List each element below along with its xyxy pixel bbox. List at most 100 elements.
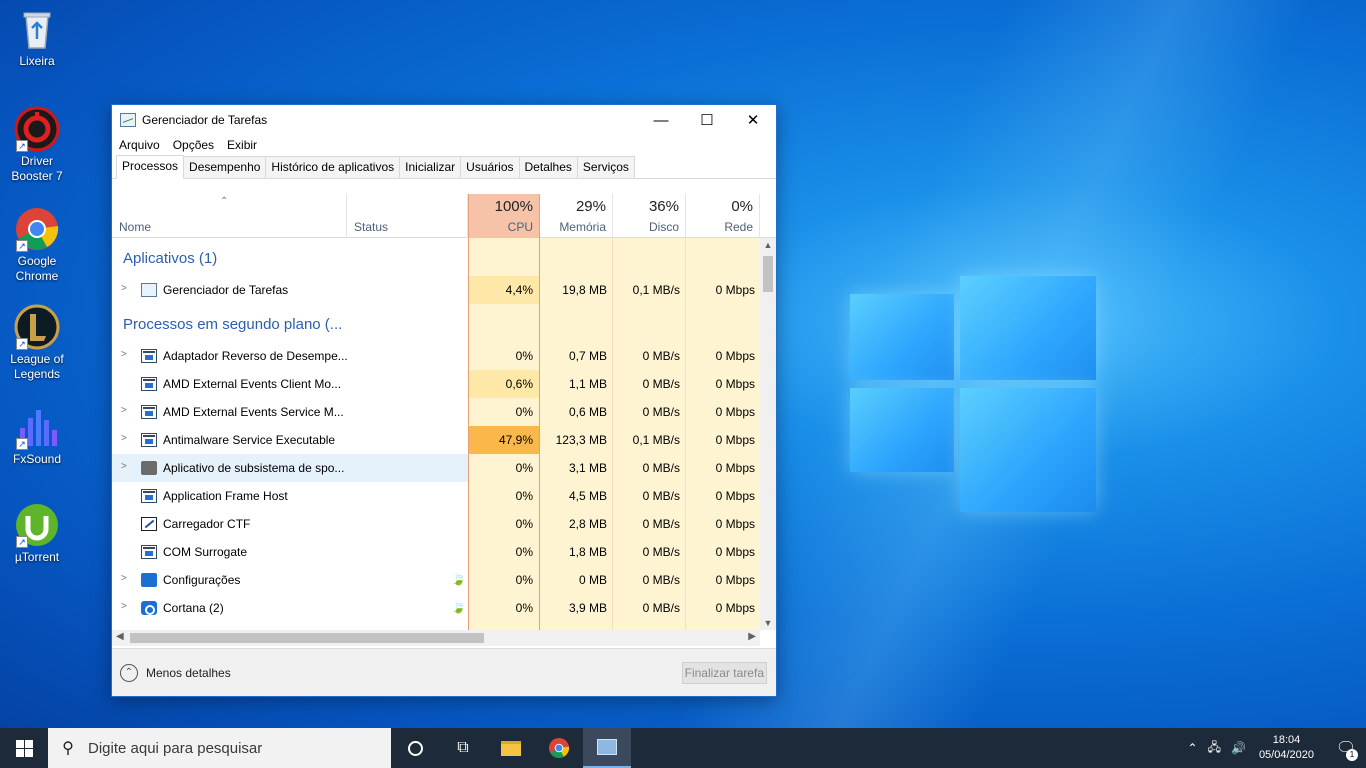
network-cell: 0 Mbps bbox=[715, 461, 755, 475]
desktop-icon-fxsound[interactable]: ↗ FxSound bbox=[4, 404, 70, 467]
network-icon[interactable]: 🖧 bbox=[1203, 738, 1226, 759]
horizontal-scrollbar[interactable]: ◀ ▶ bbox=[112, 630, 760, 646]
expand-chevron-icon[interactable]: > bbox=[121, 283, 127, 294]
expand-chevron-icon[interactable]: > bbox=[121, 601, 127, 612]
windows-logo-wallpaper bbox=[848, 258, 1098, 514]
disk-cell: 0,1 MB/s bbox=[632, 433, 680, 447]
disk-cell: 0 MB/s bbox=[642, 405, 680, 419]
process-row[interactable]: > Cortana (2) 🍃 0% 3,9 MB 0 MB/s 0 Mbps bbox=[112, 594, 760, 622]
column-header-cpu[interactable]: 100% CPU bbox=[468, 194, 540, 238]
chrome-taskbar-button[interactable] bbox=[535, 728, 583, 768]
process-row[interactable]: COM Surrogate 0% 1,8 MB 0 MB/s 0 Mbps bbox=[112, 538, 760, 566]
process-row[interactable]: > Configurações 🍃 0% 0 MB 0 MB/s 0 Mbps bbox=[112, 566, 760, 594]
cpu-cell: 0% bbox=[515, 545, 533, 559]
search-icon: ⚲ bbox=[62, 740, 74, 757]
cortana-button[interactable] bbox=[391, 728, 439, 768]
desktop-icon-label: FxSound bbox=[12, 452, 62, 466]
memory-cell: 1,1 MB bbox=[568, 377, 607, 391]
volume-icon[interactable]: 🔊 bbox=[1226, 741, 1251, 755]
process-row[interactable]: > Adaptador Reverso de Desempe... 0% 0,7 MB… bbox=[112, 342, 760, 370]
scroll-right-icon[interactable]: ▶ bbox=[748, 631, 756, 642]
scroll-up-icon[interactable]: ▲ bbox=[760, 240, 776, 250]
expand-chevron-icon[interactable]: > bbox=[121, 433, 127, 444]
memory-cell: 3,1 MB bbox=[568, 461, 607, 475]
process-name: COM Surrogate bbox=[163, 545, 248, 559]
network-cell: 0 Mbps bbox=[715, 377, 755, 391]
chevron-up-icon[interactable]: ⌃ bbox=[1183, 741, 1203, 755]
process-row[interactable]: > Aplicativo de subsistema de spo... 0% 3,1… bbox=[112, 454, 760, 482]
shortcut-arrow-icon: ↗ bbox=[16, 240, 28, 252]
close-button[interactable]: ✕ bbox=[730, 105, 776, 135]
task-view-button[interactable]: ⧉ bbox=[439, 728, 487, 768]
desktop-icon-label: Google Chrome bbox=[15, 254, 59, 283]
desktop-icon-driver-booster[interactable]: ↗ Driver Booster 7 bbox=[4, 106, 70, 184]
process-row[interactable]: > Antimalware Service Executable 47,9% 123,… bbox=[112, 426, 760, 454]
leaf-suspended-icon: 🍃 bbox=[451, 572, 466, 586]
scroll-down-icon[interactable]: ▼ bbox=[760, 618, 776, 628]
sort-caret-icon: ⌃ bbox=[220, 196, 229, 207]
process-row[interactable]: Carregador CTF 0% 2,8 MB 0 MB/s 0 Mbps bbox=[112, 510, 760, 538]
column-header-memory[interactable]: 29% Memória bbox=[540, 194, 613, 238]
title-bar[interactable]: Gerenciador de Tarefas — ☐ ✕ bbox=[112, 105, 776, 135]
network-cell: 0 Mbps bbox=[715, 433, 755, 447]
desktop-icon-chrome[interactable]: ↗ Google Chrome bbox=[4, 206, 70, 284]
cpu-cell: 47,9% bbox=[469, 426, 539, 454]
vertical-scroll-thumb[interactable] bbox=[763, 256, 773, 292]
column-header-name[interactable]: ⌃ Nome bbox=[112, 194, 347, 238]
tab-servicos[interactable]: Serviços bbox=[576, 156, 635, 178]
action-center-button[interactable]: 🗨 1 bbox=[1326, 728, 1366, 768]
memory-cell: 0 MB bbox=[578, 573, 607, 587]
scroll-left-icon[interactable]: ◀ bbox=[116, 631, 124, 642]
taskbar: ⚲ Digite aqui para pesquisar ⧉ ⌃ 🖧 🔊 18:… bbox=[0, 728, 1366, 768]
menu-opcoes[interactable]: Opções bbox=[173, 138, 214, 152]
vertical-scrollbar[interactable]: ▲ ▼ bbox=[760, 238, 776, 630]
tab-historico[interactable]: Histórico de aplicativos bbox=[265, 156, 401, 178]
app-window-icon bbox=[141, 489, 157, 503]
desktop-icon-league-of-legends[interactable]: ↗ League of Legends bbox=[4, 304, 70, 382]
clock[interactable]: 18:04 05/04/2020 bbox=[1251, 733, 1326, 763]
driver-booster-icon: ↗ bbox=[14, 106, 60, 152]
process-row[interactable]: > AMD External Events Service M... 0% 0,6 M… bbox=[112, 398, 760, 426]
cortana-icon bbox=[141, 601, 157, 615]
desktop-icon-utorrent[interactable]: ↗ µTorrent bbox=[4, 502, 70, 565]
menu-exibir[interactable]: Exibir bbox=[227, 138, 257, 152]
network-cell: 0 Mbps bbox=[715, 489, 755, 503]
process-row[interactable]: Application Frame Host 0% 4,5 MB 0 MB/s 0 Mb… bbox=[112, 482, 760, 510]
process-name: Carregador CTF bbox=[163, 517, 251, 531]
taskbar-search-box[interactable]: ⚲ Digite aqui para pesquisar bbox=[48, 728, 391, 768]
expand-chevron-icon[interactable]: > bbox=[121, 461, 127, 472]
cpu-cell: 0,6% bbox=[469, 370, 539, 398]
column-header-disk[interactable]: 36% Disco bbox=[613, 194, 686, 238]
memory-cell: 123,3 MB bbox=[555, 433, 607, 447]
task-manager-window: Gerenciador de Tarefas — ☐ ✕ Arquivo Opç… bbox=[111, 104, 777, 697]
group-title-background: Processos em segundo plano (... bbox=[123, 316, 343, 333]
app-window-icon bbox=[141, 545, 157, 559]
maximize-button[interactable]: ☐ bbox=[684, 105, 730, 135]
shortcut-arrow-icon: ↗ bbox=[16, 536, 28, 548]
tab-detalhes[interactable]: Detalhes bbox=[518, 156, 578, 178]
cpu-cell: 0% bbox=[515, 573, 533, 587]
tab-inicializar[interactable]: Inicializar bbox=[399, 156, 462, 178]
menu-arquivo[interactable]: Arquivo bbox=[119, 138, 160, 152]
expand-chevron-icon[interactable]: > bbox=[121, 573, 127, 584]
task-manager-taskbar-button[interactable] bbox=[583, 728, 631, 768]
end-task-button[interactable]: Finalizar tarefa bbox=[681, 662, 767, 684]
horizontal-scroll-thumb[interactable] bbox=[130, 633, 484, 643]
cpu-cell: 0% bbox=[515, 349, 533, 363]
file-explorer-button[interactable] bbox=[487, 728, 535, 768]
column-header-status[interactable]: Status bbox=[347, 194, 468, 238]
column-header-network[interactable]: 0% Rede bbox=[686, 194, 760, 238]
minimize-button[interactable]: — bbox=[638, 105, 684, 135]
cpu-cell: 0% bbox=[515, 405, 533, 419]
start-button[interactable] bbox=[0, 728, 48, 768]
tab-usuarios[interactable]: Usuários bbox=[460, 156, 520, 178]
expand-chevron-icon[interactable]: > bbox=[121, 349, 127, 360]
process-row[interactable]: > Gerenciador de Tarefas 4,4% 19,8 MB 0,1 MB… bbox=[112, 276, 760, 304]
expand-chevron-icon[interactable]: > bbox=[121, 405, 127, 416]
desktop-icon-recycle-bin[interactable]: Lixeira bbox=[4, 6, 70, 69]
less-details-button[interactable]: ⌃ Menos detalhes bbox=[120, 664, 231, 682]
group-title-apps: Aplicativos (1) bbox=[123, 250, 218, 267]
tab-processos[interactable]: Processos bbox=[116, 155, 185, 179]
tab-desempenho[interactable]: Desempenho bbox=[183, 156, 267, 178]
process-row[interactable]: AMD External Events Client Mo... 0,6% 1,1 … bbox=[112, 370, 760, 398]
